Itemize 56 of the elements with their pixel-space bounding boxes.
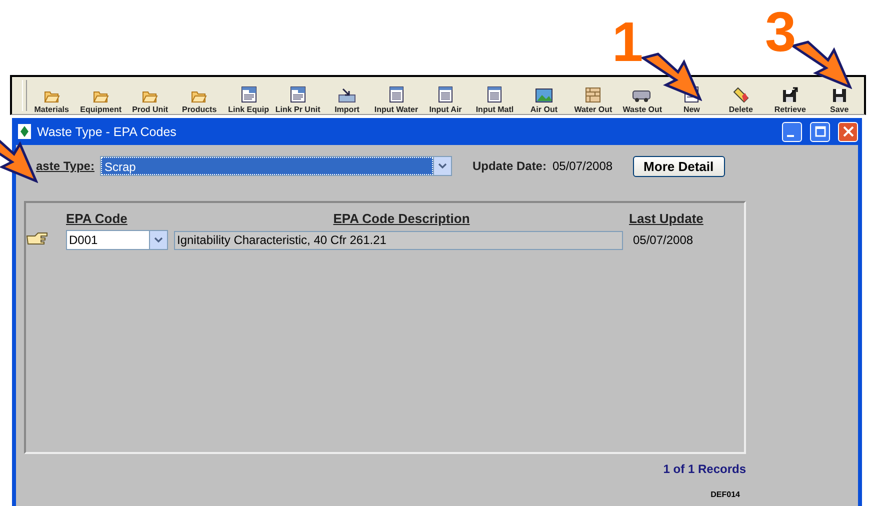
folder-icon	[44, 90, 60, 103]
save-icon	[832, 88, 847, 103]
folder-icon	[191, 90, 208, 103]
toolbar-button[interactable]: Prod Unit	[125, 77, 175, 114]
record-count: 1 of 1 Records	[663, 462, 746, 476]
epa-code-header[interactable]: EPA Code	[66, 211, 128, 226]
minimize-icon	[786, 134, 794, 136]
toolbar-button[interactable]: Import	[322, 77, 372, 114]
truck-icon	[632, 89, 652, 103]
logo-icon	[18, 124, 31, 139]
folder-icon	[92, 90, 109, 103]
more-detail-button[interactable]: More Detail	[632, 156, 725, 176]
waste-type-dropdown[interactable]: Scrap	[100, 156, 452, 176]
toolbar-button[interactable]: Input Matl	[470, 77, 520, 114]
toolbar-button[interactable]: Link Pr Unit	[273, 77, 322, 114]
callout-arrow	[640, 52, 702, 102]
window-title: Waste Type - EPA Codes	[37, 124, 178, 138]
toolbar-button[interactable]: Products	[174, 77, 224, 114]
toolbar-button[interactable]: Air Out	[519, 77, 569, 114]
bricks-icon	[585, 86, 602, 103]
minimize-button[interactable]	[782, 122, 802, 142]
callout-number: 3	[765, 4, 796, 60]
form-icon	[290, 86, 306, 103]
last-update-header[interactable]: Last Update	[629, 211, 704, 226]
document-icon	[487, 86, 502, 103]
description-header[interactable]: EPA Code Description	[333, 211, 470, 226]
form-id: DEF014	[710, 490, 740, 499]
chevron-down-icon	[438, 163, 448, 169]
document-icon	[388, 86, 404, 103]
toolbar-button[interactable]: Waste Out	[618, 77, 668, 114]
toolbar-button[interactable]: Equipment	[76, 77, 126, 114]
picture-icon	[534, 88, 553, 103]
document-icon	[438, 86, 453, 103]
toolbar-button[interactable]: Input Air	[420, 77, 470, 114]
waste-type-label: aste Type:	[36, 159, 94, 173]
maximize-button[interactable]	[810, 122, 830, 142]
close-button[interactable]	[838, 122, 858, 142]
toolbar-button[interactable]: Link Equip	[224, 77, 274, 114]
epa-code-dropdown[interactable]: D001	[66, 230, 168, 250]
folder-icon	[142, 90, 158, 103]
toolbar-button[interactable]: Water Out	[568, 77, 618, 114]
toolbar-button[interactable]: Delete	[716, 77, 766, 114]
update-date-label: Update Date:	[472, 159, 546, 173]
callout-number: 1	[612, 14, 644, 70]
chevron-down-icon	[154, 237, 163, 243]
last-update-cell: 05/07/2008	[633, 233, 694, 247]
update-date-value: 05/07/2008	[552, 159, 613, 173]
toolbar-button[interactable]: Input Water	[372, 77, 421, 114]
toolbar-button[interactable]: Retrieve	[766, 77, 815, 114]
toolbar-button[interactable]: Materials	[27, 77, 76, 114]
form-icon	[240, 86, 257, 103]
import-icon	[338, 87, 356, 103]
close-icon	[842, 126, 854, 137]
description-field[interactable]: Ignitability Characteristic, 40 Cfr 261.21	[174, 230, 623, 250]
maximize-icon	[814, 126, 826, 137]
eraser-icon	[732, 87, 750, 103]
